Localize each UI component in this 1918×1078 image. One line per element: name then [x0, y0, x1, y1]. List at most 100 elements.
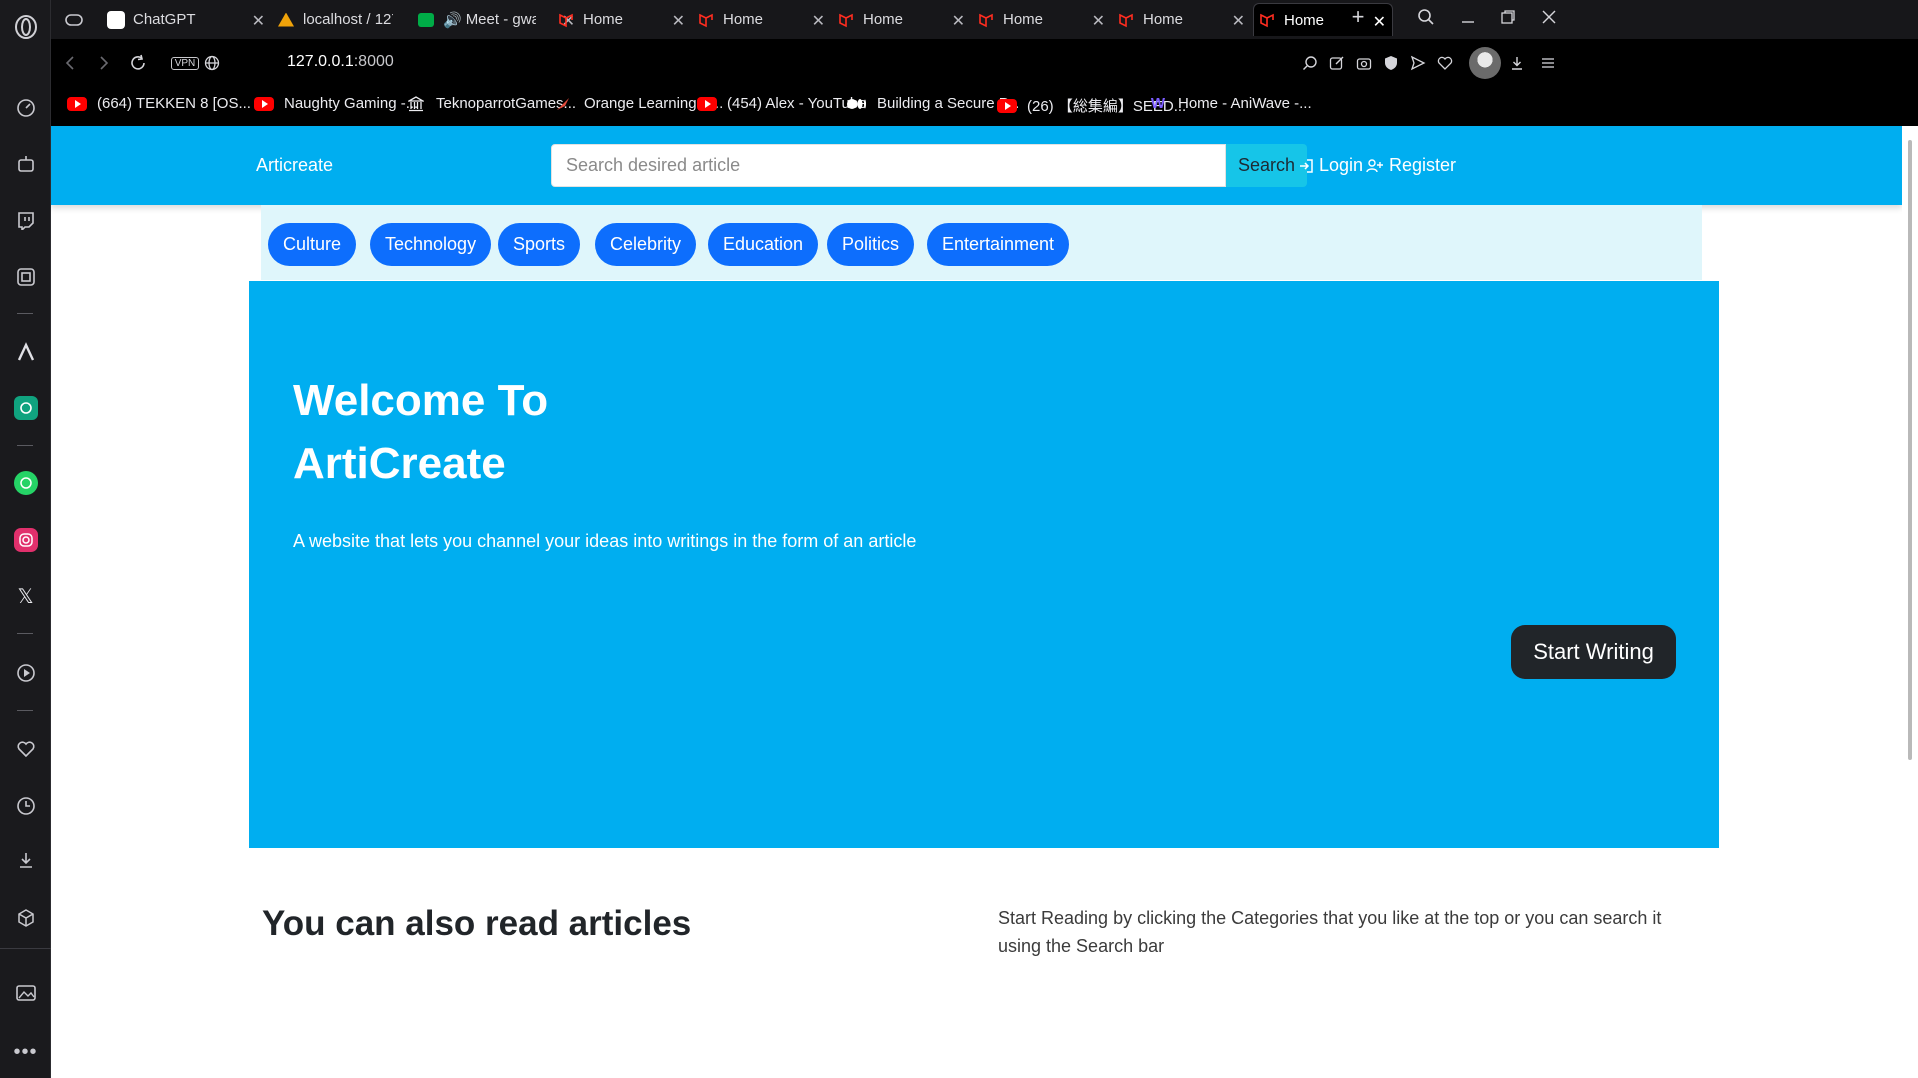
tab-title: ChatGPT: [133, 11, 196, 28]
category-sports[interactable]: Sports: [498, 223, 581, 266]
snapshot-camera-icon[interactable]: [1353, 52, 1375, 74]
tab-home-active[interactable]: Home ✕: [1253, 3, 1393, 36]
category-culture[interactable]: Culture: [268, 223, 357, 266]
forward-arrow-icon[interactable]: [93, 52, 115, 74]
adblock-shield-icon[interactable]: [1380, 52, 1402, 74]
downloads-icon[interactable]: [1506, 52, 1528, 74]
bookmark-item[interactable]: (454) Alex - YouTube: [697, 95, 867, 112]
address-bar: VPN 127.0.0.1:8000: [51, 39, 1918, 88]
lens-search-icon[interactable]: [1299, 52, 1321, 74]
url-field[interactable]: 127.0.0.1:8000: [287, 53, 394, 71]
medium-icon: [847, 96, 867, 112]
sidebar-divider: [0, 948, 51, 949]
opera-logo-icon[interactable]: [13, 14, 38, 39]
bookmark-heart-icon[interactable]: [1434, 52, 1456, 74]
favorites-heart-icon[interactable]: [13, 736, 38, 761]
bookmarks-bar: (664) TEKKEN 8 [OS... Naughty Gaming -..…: [51, 88, 1918, 126]
bookmark-item[interactable]: Building a Secure P...: [847, 95, 1019, 112]
page-scrollbar[interactable]: [1902, 126, 1918, 1078]
aria-icon[interactable]: [13, 339, 38, 364]
restore-window-icon[interactable]: [1497, 6, 1519, 28]
extensions-cube-icon[interactable]: [13, 905, 38, 930]
hero-title: Welcome To ArtiCreate: [293, 376, 549, 488]
login-label: Login: [1319, 155, 1364, 175]
tab-home[interactable]: Home ✕: [1113, 3, 1251, 36]
search-input[interactable]: [551, 144, 1226, 187]
youtube-icon: [254, 96, 274, 112]
register-link[interactable]: Register: [1366, 155, 1456, 176]
ai-bot-icon[interactable]: [13, 151, 38, 176]
close-icon[interactable]: ✕: [1373, 12, 1386, 32]
speaker-icon: 🔊: [443, 11, 462, 29]
laravel-favicon-icon: [697, 11, 715, 29]
share-edit-icon[interactable]: [1326, 52, 1348, 74]
vpn-badge[interactable]: VPN: [170, 52, 200, 74]
scrollbar-thumb[interactable]: [1908, 140, 1912, 760]
search-button[interactable]: Search: [1226, 144, 1307, 187]
start-writing-button[interactable]: Start Writing: [1511, 625, 1676, 679]
close-icon[interactable]: ✕: [672, 11, 685, 31]
snapshot-gallery-icon[interactable]: [13, 980, 38, 1005]
aniwave-icon: W: [1150, 95, 1166, 112]
bookmark-label: Naughty Gaming -...: [284, 95, 419, 112]
bookmark-item[interactable]: (664) TEKKEN 8 [OS...: [67, 95, 251, 112]
chatgpt-favicon-icon: [107, 10, 125, 29]
bookmark-label: (454) Alex - YouTube: [727, 95, 867, 112]
web-page: Articreate Search Login Register Culture…: [51, 126, 1902, 1078]
downloads-icon[interactable]: [13, 847, 38, 872]
hero-subtitle: A website that lets you channel your ide…: [293, 531, 917, 551]
tab-title: localhost / 127.0: [303, 11, 393, 28]
chatgpt-icon[interactable]: [13, 395, 38, 420]
close-icon[interactable]: ✕: [812, 11, 825, 31]
tab-home[interactable]: Home ✕: [833, 3, 971, 36]
more-options-icon[interactable]: •••: [13, 1040, 38, 1065]
reload-icon[interactable]: [127, 52, 149, 74]
back-arrow-icon[interactable]: [59, 52, 81, 74]
youtube-icon: [997, 98, 1017, 114]
send-flow-icon[interactable]: [1407, 52, 1429, 74]
globe-site-info-icon[interactable]: [201, 52, 223, 74]
instagram-icon[interactable]: [13, 527, 38, 552]
login-icon: [1298, 158, 1314, 174]
history-clock-icon[interactable]: [13, 793, 38, 818]
category-technology[interactable]: Technology: [370, 223, 492, 266]
close-icon[interactable]: ✕: [1092, 11, 1105, 31]
phpmyadmin-favicon-icon: [277, 11, 295, 29]
tab-home[interactable]: Home ✕: [553, 3, 691, 36]
bookmark-item[interactable]: Naughty Gaming -...: [254, 95, 418, 112]
player-icon[interactable]: [13, 660, 38, 685]
easy-setup-menu-icon[interactable]: [1537, 52, 1559, 74]
new-tab-plus-icon[interactable]: +: [1347, 4, 1369, 29]
close-window-icon[interactable]: [1538, 6, 1560, 28]
tab-title: Home: [723, 11, 764, 28]
tab-home[interactable]: Home ✕: [693, 3, 831, 36]
close-icon[interactable]: ✕: [952, 11, 965, 31]
category-education[interactable]: Education: [708, 223, 819, 266]
whatsapp-icon[interactable]: [13, 470, 38, 495]
x-twitter-icon[interactable]: 𝕏: [13, 584, 38, 609]
tab-chatgpt[interactable]: ChatGPT ✕: [103, 3, 271, 36]
tab-title: Home: [583, 11, 624, 28]
twitch-icon[interactable]: [13, 207, 38, 232]
browser-sidebar: 𝕏 •••: [0, 0, 51, 1078]
laravel-favicon-icon: [1258, 11, 1276, 29]
gaming-gx-icon[interactable]: [13, 264, 38, 289]
close-icon[interactable]: ✕: [1232, 11, 1245, 31]
category-entertainment[interactable]: Entertainment: [927, 223, 1070, 266]
tab-home[interactable]: Home ✕: [973, 3, 1111, 36]
bookmark-item[interactable]: W Home - AniWave -...: [1148, 95, 1312, 112]
profile-avatar[interactable]: [1469, 47, 1501, 79]
minimize-icon[interactable]: [1457, 6, 1479, 28]
bookmark-item[interactable]: TeknoparrotGames...: [406, 95, 576, 112]
bookmark-label: (664) TEKKEN 8 [OS...: [97, 95, 251, 112]
site-brand-link[interactable]: Articreate: [256, 155, 333, 176]
speed-dial-icon[interactable]: [13, 95, 38, 120]
laravel-favicon-icon: [1117, 11, 1135, 29]
close-icon[interactable]: ✕: [252, 11, 265, 31]
login-link[interactable]: Login: [1298, 155, 1363, 176]
category-politics[interactable]: Politics: [827, 223, 915, 266]
tab-title: Meet - gwa: [465, 11, 536, 28]
gamepad-icon[interactable]: [61, 7, 86, 32]
tab-search-icon[interactable]: [1415, 6, 1437, 28]
category-celebrity[interactable]: Celebrity: [595, 223, 697, 266]
